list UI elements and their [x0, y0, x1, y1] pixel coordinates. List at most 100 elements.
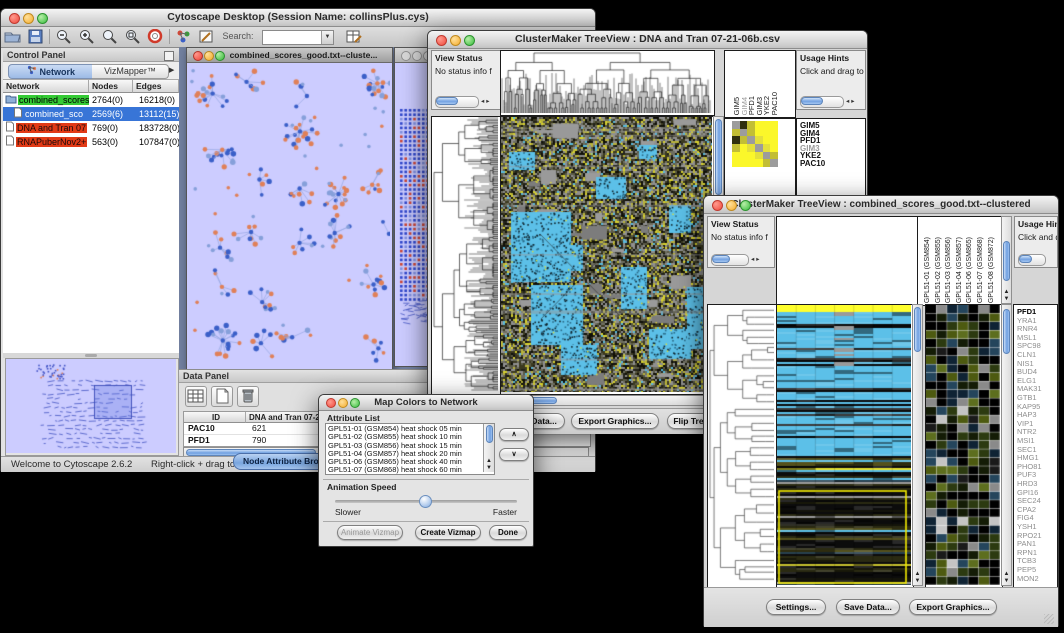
column-dendrogram-canvas[interactable]	[501, 51, 712, 113]
row-dendrogram-canvas[interactable]	[432, 117, 498, 392]
attribute-list-vscrollbar[interactable]: ▲▼	[483, 424, 494, 472]
matrix-cell[interactable]	[755, 129, 763, 137]
matrix-cell[interactable]	[755, 121, 763, 129]
zoom-window-icon[interactable]	[37, 13, 48, 24]
network-overview-canvas[interactable]	[6, 359, 176, 453]
zoom-out-icon[interactable]	[55, 29, 72, 44]
resize-grip[interactable]	[1044, 614, 1054, 624]
matrix-cell[interactable]	[770, 129, 778, 137]
minimize-icon[interactable]	[204, 51, 214, 61]
matrix-cell[interactable]	[770, 144, 778, 152]
table-row[interactable]: combined_sco2569(6)13112(15)	[3, 107, 179, 121]
scrollbar-thumb[interactable]	[801, 97, 823, 105]
export-graphics--button[interactable]: Export Graphics...	[571, 413, 659, 429]
scroll-arrows[interactable]: ◂▸	[481, 97, 492, 108]
close-icon[interactable]	[712, 200, 723, 211]
new-attribute-icon[interactable]	[211, 386, 233, 407]
zoom-selected-icon[interactable]	[101, 29, 118, 44]
column-header-network[interactable]: Network	[3, 80, 89, 93]
help-lifering-icon[interactable]	[147, 29, 164, 44]
zoom-heatmap-matrix[interactable]	[732, 121, 778, 167]
float-panel-icon[interactable]	[164, 51, 174, 61]
zoom-window-icon[interactable]	[350, 398, 360, 408]
save-data--button[interactable]: Save Data...	[836, 599, 900, 615]
attribute-table-icon[interactable]	[346, 29, 363, 44]
matrix-cell[interactable]	[763, 144, 771, 152]
search-input[interactable]: ▼	[262, 30, 334, 45]
tab-network[interactable]: Network	[8, 64, 94, 79]
matrix-cell[interactable]	[740, 152, 748, 160]
attribute-list[interactable]: GPL51-01 (GSM854) heat shock 05 minGPL51…	[325, 423, 495, 475]
zoom-window-icon[interactable]	[740, 200, 751, 211]
matrix-cell[interactable]	[732, 144, 740, 152]
open-folder-icon[interactable]	[4, 29, 21, 44]
scroll-arrows[interactable]: ◂▸	[751, 255, 762, 266]
zoom-window-icon[interactable]	[464, 35, 475, 46]
attribute-list-item[interactable]: GPL51-07 (GSM868) heat shock 60 min	[328, 466, 494, 474]
network-overview-panel[interactable]	[5, 358, 179, 456]
close-icon[interactable]	[326, 398, 336, 408]
zoom-heatmap-canvas[interactable]	[926, 305, 1000, 585]
global-heatmap-canvas[interactable]	[777, 305, 911, 585]
treeview1-titlebar[interactable]: ClusterMaker TreeView : DNA and Tran 07-…	[428, 31, 867, 49]
matrix-cell[interactable]	[740, 129, 748, 137]
scroll-arrows[interactable]: ▲▼	[484, 458, 494, 472]
scroll-arrows[interactable]: ▲▼	[913, 571, 922, 585]
close-icon[interactable]	[436, 35, 447, 46]
settings--button[interactable]: Settings...	[766, 599, 826, 615]
scroll-arrows[interactable]: ◂▸	[846, 97, 857, 108]
close-icon[interactable]	[193, 51, 203, 61]
table-row[interactable]: combined_scores2764(0)16218(0)	[3, 93, 179, 107]
close-icon[interactable]	[9, 13, 20, 24]
matrix-cell[interactable]	[732, 152, 740, 160]
zoom-in-icon[interactable]	[78, 29, 95, 44]
matrix-cell[interactable]	[747, 144, 755, 152]
treeview2-titlebar[interactable]: ClusterMaker TreeView : combined_scores_…	[704, 196, 1058, 214]
tv2-zoom-vscrollbar[interactable]: ▲▼	[1001, 304, 1012, 586]
scrollbar-thumb[interactable]	[712, 255, 730, 263]
tv2-global-vscrollbar[interactable]: ▲▼	[912, 304, 923, 586]
close-icon[interactable]	[401, 51, 411, 61]
scroll-arrows[interactable]: ▲▼	[1002, 571, 1011, 585]
matrix-cell[interactable]	[747, 121, 755, 129]
matrix-cell[interactable]	[770, 159, 778, 167]
move-up-button[interactable]: ∧	[499, 428, 529, 441]
scroll-arrows[interactable]: ▲▼	[1002, 289, 1011, 303]
main-titlebar[interactable]: Cytoscape Desktop (Session Name: collins…	[1, 9, 595, 27]
matrix-cell[interactable]	[755, 144, 763, 152]
minimize-icon[interactable]	[338, 398, 348, 408]
matrix-cell[interactable]	[747, 159, 755, 167]
tab-vizmapper[interactable]: VizMapper™	[92, 64, 169, 79]
matrix-cell[interactable]	[755, 159, 763, 167]
matrix-cell[interactable]	[763, 121, 771, 129]
move-down-button[interactable]: ∨	[499, 448, 529, 461]
export-graphics--button[interactable]: Export Graphics...	[909, 599, 997, 615]
heatmap-canvas[interactable]	[501, 117, 712, 392]
scrollbar-thumb[interactable]	[1003, 241, 1010, 281]
matrix-cell[interactable]	[763, 152, 771, 160]
tv2-collabel-vscrollbar[interactable]: ▲▼	[1001, 216, 1012, 304]
network-canvas[interactable]	[187, 63, 390, 369]
tv2-global-heatmap-panel[interactable]	[776, 304, 914, 588]
tv2-row-dendrogram-panel[interactable]	[707, 304, 777, 588]
tv1-column-dendrogram-panel[interactable]	[500, 50, 715, 116]
zoom-window-icon[interactable]	[215, 51, 225, 61]
scrollbar-thumb[interactable]	[1019, 255, 1032, 263]
scrollbar-thumb[interactable]	[1003, 309, 1010, 354]
search-dropdown-icon[interactable]: ▼	[321, 31, 333, 44]
tv1-global-heatmap-panel[interactable]	[500, 116, 715, 395]
minimize-icon[interactable]	[726, 200, 737, 211]
tab-overflow-icon[interactable]: ▶	[169, 66, 174, 74]
table-row[interactable]: RNAPuberNov2+563(0)107847(0)	[3, 135, 179, 149]
matrix-cell[interactable]	[755, 152, 763, 160]
column-header-nodes[interactable]: Nodes	[89, 80, 133, 93]
matrix-cell[interactable]	[747, 136, 755, 144]
matrix-cell[interactable]	[740, 144, 748, 152]
row-dendrogram-canvas[interactable]	[708, 305, 774, 585]
minimize-icon[interactable]	[23, 13, 34, 24]
table-row[interactable]: DNA and Tran 07769(0)183728(0)	[3, 121, 179, 135]
gene-label[interactable]: MON2	[1017, 575, 1039, 584]
create-vizmap-button[interactable]: Create Vizmap	[415, 525, 481, 540]
animation-speed-slider[interactable]	[335, 500, 517, 503]
matrix-cell[interactable]	[732, 159, 740, 167]
